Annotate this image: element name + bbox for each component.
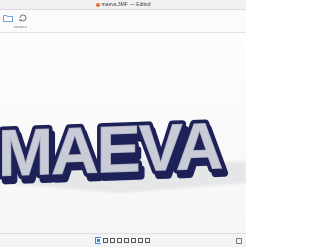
fullscreen-icon[interactable] (236, 238, 242, 244)
select-tool-button[interactable] (95, 237, 101, 244)
select-icon (95, 238, 101, 243)
toolbar: MODELS (0, 10, 246, 33)
model-face: MAEVA (0, 108, 222, 190)
move-icon (102, 238, 108, 243)
model-preview[interactable]: MAEVA MAEVA MAEVA (0, 33, 246, 233)
window-title: maeva.3MF (101, 1, 128, 8)
info-tool-button[interactable] (144, 237, 150, 244)
move-tool-button[interactable] (102, 237, 108, 244)
tool-label-spacer (3, 23, 6, 26)
settings-tool-button[interactable] (137, 237, 143, 244)
rotate-tool-button[interactable] (109, 237, 115, 244)
window-title-area: maeva.3MF — Edited (0, 0, 246, 9)
scale-tool-button[interactable] (116, 237, 122, 244)
window-title-suffix: — Edited (129, 1, 151, 8)
zoom-icon (123, 238, 129, 243)
camera-icon (130, 238, 136, 243)
camera-tool-button[interactable] (130, 237, 136, 244)
file-type-icon (95, 2, 100, 7)
info-icon (144, 238, 150, 243)
models-label: MODELS (14, 25, 27, 29)
title-bar: maeva.3MF — Edited (0, 0, 246, 10)
settings-icon (137, 238, 143, 243)
rotate-model-button[interactable] (17, 12, 29, 24)
scale-icon (116, 238, 122, 243)
3d-viewport[interactable]: MAEVA MAEVA MAEVA (0, 33, 246, 233)
status-bar (0, 233, 246, 247)
rotate-icon (109, 238, 115, 243)
rotate-icon (18, 14, 27, 22)
view-tools (95, 236, 150, 245)
folder-icon (3, 15, 13, 22)
zoom-tool-button[interactable] (123, 237, 129, 244)
